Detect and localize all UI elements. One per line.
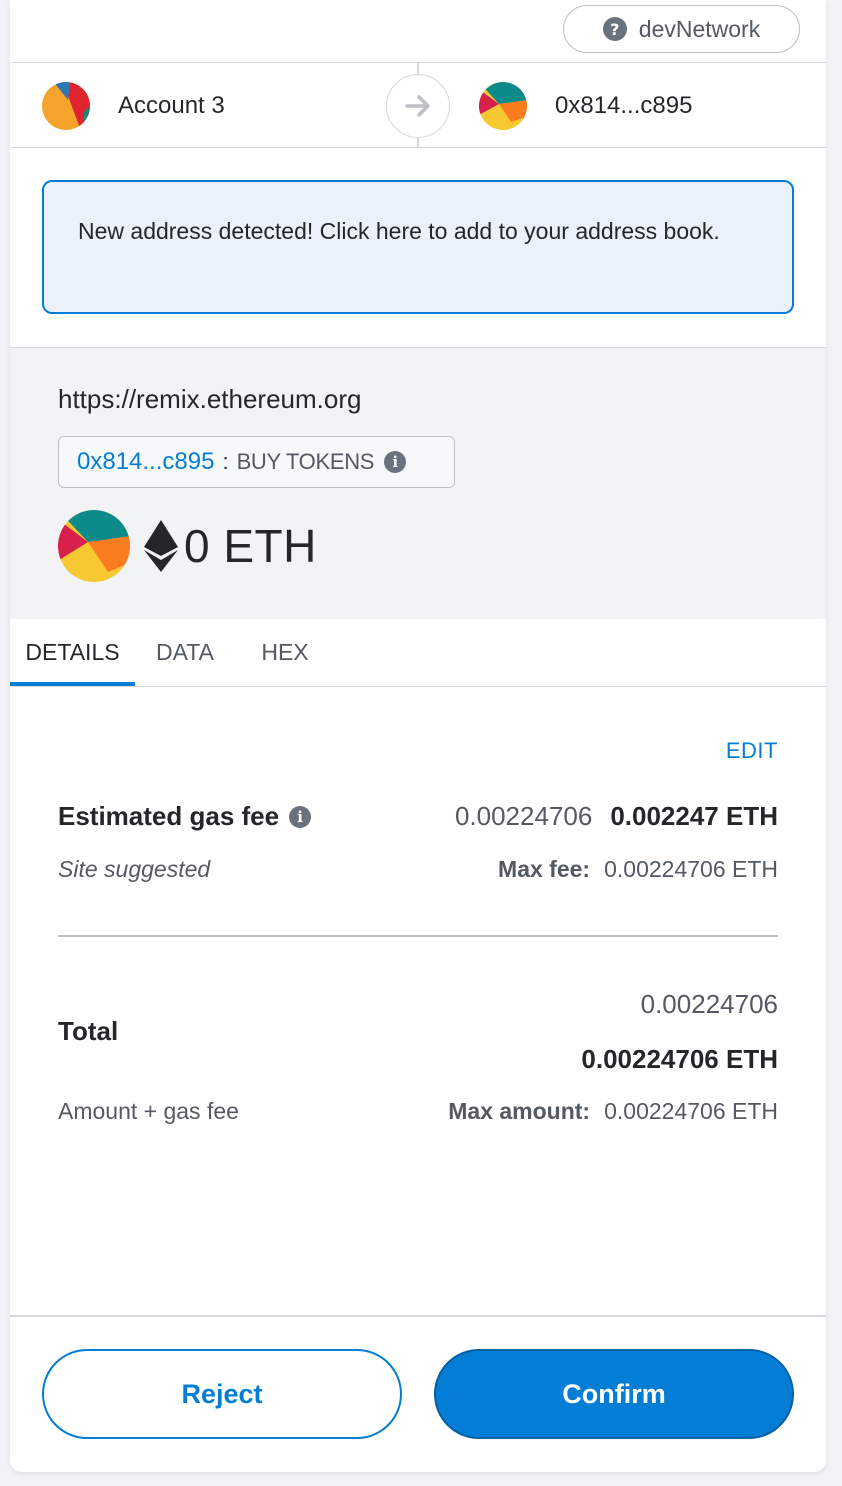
transaction-origin-section: https://remix.ethereum.org 0x814...c895 … xyxy=(10,347,826,619)
max-amount-label: Max amount: xyxy=(448,1098,591,1124)
total-primary-value: 0.00224706 ETH xyxy=(581,1044,778,1074)
transaction-value: 0 ETH xyxy=(184,520,317,572)
method-separator: : xyxy=(222,449,229,474)
transaction-value-row: 0 ETH xyxy=(58,510,317,582)
amount-gas-label: Amount + gas fee xyxy=(58,1098,239,1124)
recipient-address: 0x814...c895 xyxy=(555,92,693,119)
details-divider xyxy=(58,935,778,937)
total-label: Total xyxy=(58,1016,119,1046)
total-secondary-value: 0.00224706 xyxy=(640,989,778,1019)
origin-url: https://remix.ethereum.org xyxy=(58,384,362,414)
new-address-banner[interactable]: New address detected! Click here to add … xyxy=(42,180,794,314)
info-icon[interactable]: i xyxy=(384,451,407,473)
tab-data[interactable]: DATA xyxy=(135,619,235,686)
tab-hex[interactable]: HEX xyxy=(235,619,335,686)
ethereum-icon xyxy=(144,520,178,572)
gas-label-text: Estimated gas fee xyxy=(58,801,280,831)
question-mark-icon: ? xyxy=(602,17,627,41)
reject-button[interactable]: Reject xyxy=(42,1349,402,1439)
confirm-transaction-card: ? devNetwork Account 3 0x814...c895 New … xyxy=(10,0,826,1472)
network-selector[interactable]: ? devNetwork xyxy=(563,5,800,53)
confirm-button[interactable]: Confirm xyxy=(434,1349,794,1439)
network-label: devNetwork xyxy=(638,15,761,42)
method-contract-address[interactable]: 0x814...c895 xyxy=(77,448,214,476)
banner-text: New address detected! Click here to add … xyxy=(78,218,720,244)
gas-fee-secondary: 0.00224706 xyxy=(454,801,593,831)
site-suggested-label: Site suggested xyxy=(58,856,211,882)
footer-divider xyxy=(10,1315,826,1317)
max-fee-value: 0.00224706 ETH xyxy=(604,856,778,882)
recipient-account[interactable]: 0x814...c895 xyxy=(479,82,692,130)
edit-gas-link[interactable]: EDIT xyxy=(726,738,778,764)
sender-name: Account 3 xyxy=(118,92,225,119)
gas-fee-primary: 0.002247 ETH xyxy=(610,801,778,831)
sender-avatar-icon xyxy=(42,82,90,130)
max-amount-row: Max amount: 0.00224706 ETH xyxy=(448,1098,778,1125)
sender-account[interactable]: Account 3 xyxy=(42,82,225,130)
max-fee-label: Max fee: xyxy=(498,856,591,882)
max-fee-row: Max fee: 0.00224706 ETH xyxy=(498,856,778,883)
sender-recipient-row: Account 3 0x814...c895 xyxy=(10,62,826,148)
contract-avatar-icon xyxy=(58,510,130,582)
gas-info-icon[interactable]: i xyxy=(289,805,312,828)
max-amount-value: 0.00224706 ETH xyxy=(604,1098,778,1124)
tab-details[interactable]: DETAILS xyxy=(10,619,135,686)
estimated-gas-fee-label: Estimated gas fee i xyxy=(58,801,312,832)
recipient-avatar-icon xyxy=(479,82,527,130)
detail-tabs: DETAILS DATA HEX xyxy=(10,619,826,687)
arrow-right-icon xyxy=(386,74,450,138)
method-badge: 0x814...c895 : BUY TOKENS i xyxy=(58,436,455,488)
gas-fee-values: 0.00224706 0.002247 ETH xyxy=(455,801,778,832)
method-name: BUY TOKENS xyxy=(236,449,375,474)
